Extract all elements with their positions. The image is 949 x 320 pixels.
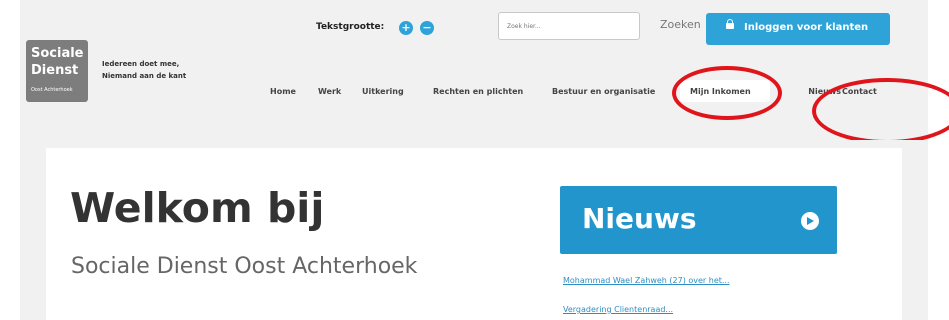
search-link[interactable]: Zoeken [660, 18, 701, 31]
news-link-item[interactable]: Mohammad Wael Zahweh (27) over het... [563, 276, 730, 285]
text-size-increase-button[interactable]: + [399, 21, 413, 35]
tagline-line-2: Niemand aan de kant [102, 72, 187, 80]
arrow-right-circle-icon [801, 212, 819, 230]
logo-line-2: Dienst [31, 63, 79, 78]
news-title: Nieuws [582, 202, 697, 235]
red-highlight-ring-contact [812, 78, 949, 144]
nav-item-home[interactable]: Home [270, 87, 296, 96]
site-logo[interactable]: Sociale Dienst Oost Achterhoek [26, 40, 88, 102]
login-button[interactable]: Inloggen voor klanten [706, 13, 890, 45]
nav-item-rechten-en-plichten[interactable]: Rechten en plichten [433, 87, 523, 96]
red-highlight-ring-mijn-inkomen [672, 66, 782, 120]
welcome-subtitle: Sociale Dienst Oost Achterhoek [71, 254, 418, 279]
nav-item-uitkering[interactable]: Uitkering [362, 87, 404, 96]
welcome-heading: Welkom bij [70, 184, 325, 232]
lock-icon [726, 19, 734, 29]
logo-line-3: Oost Achterhoek [31, 87, 73, 93]
search-input[interactable] [498, 12, 640, 40]
text-size-decrease-button[interactable]: − [420, 21, 434, 35]
text-size-label: Tekstgrootte: [316, 22, 385, 32]
news-button[interactable]: Nieuws [560, 186, 837, 254]
login-button-label: Inloggen voor klanten [744, 22, 869, 33]
news-link-item[interactable]: Vergadering Clientenraad... [563, 305, 673, 314]
logo-line-1: Sociale [31, 46, 84, 61]
tagline-line-1: Iedereen doet mee, [102, 60, 180, 68]
nav-item-werk[interactable]: Werk [318, 87, 341, 96]
site-tagline: Iedereen doet mee, Niemand aan de kant [102, 58, 186, 82]
nav-item-bestuur-en-organisatie[interactable]: Bestuur en organisatie [552, 87, 676, 96]
